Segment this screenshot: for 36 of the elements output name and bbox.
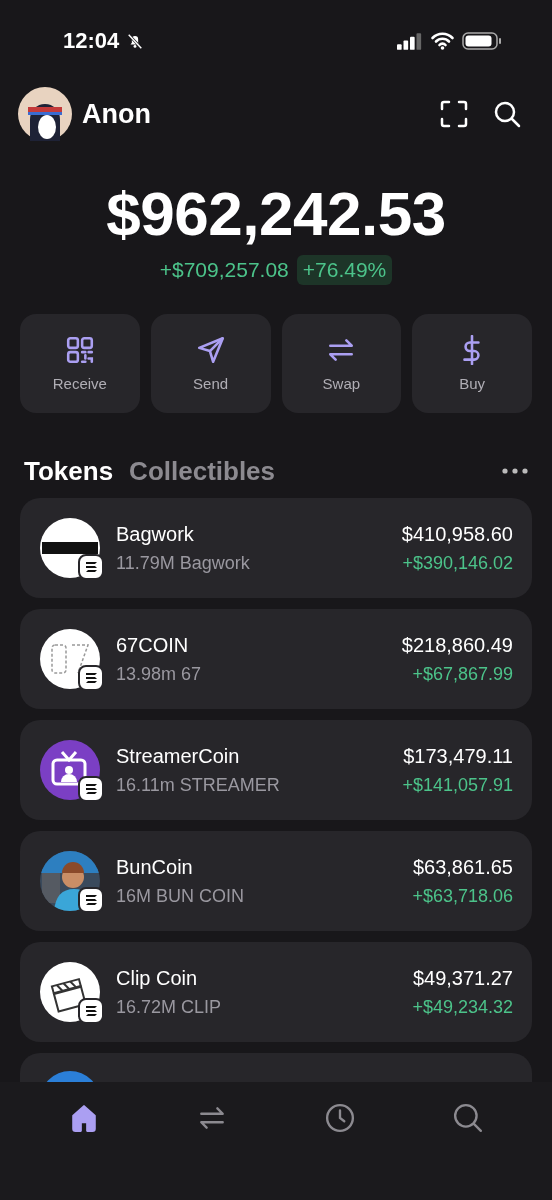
token-card[interactable]: BunCoin 16M BUN COIN $63,861.65 +$63,718.06 [20,831,532,931]
token-card[interactable]: Clip Coin 16.72M CLIP $49,371.27 +$49,234.32 [20,942,532,1042]
token-card[interactable]: Bagwork 11.79M Bagwork $410,958.60 +$390,146.02 [20,498,532,598]
token-change: +$67,867.99 [412,663,513,685]
token-card[interactable]: StreamerCoin 16.11m STREAMER $173,479.11 +$141,057.91 [20,720,532,820]
token-name: Bagwork [116,522,195,546]
token-value: $173,479.11 [403,744,513,768]
buy-button[interactable]: Buy [412,314,532,413]
token-value: $410,958.60 [401,522,513,546]
token-amount: 13.98m 67 [116,663,203,685]
token-name: 67COIN [116,633,190,657]
swap-button[interactable]: Swap [281,314,402,413]
token-value: $49,371.27 [412,966,513,990]
balance-change: +$709,257.08 [159,258,289,282]
token-change: +$141,057.91 [402,774,513,796]
token-change: +$390,146.02 [402,552,513,574]
token-amount: 16M BUN COIN [116,885,246,907]
receive-button[interactable]: Receive [20,314,140,413]
token-name: Clip Coin [116,966,199,990]
token-name: BunCoin [116,855,194,879]
tab[interactable]: Collectibles [129,455,276,487]
token-value: $218,860.49 [401,633,513,657]
status-time: 12:04 [63,28,120,54]
token-value: $63,861.65 [412,855,513,879]
percent-change-badge: +76.49% [296,255,393,285]
token-card[interactable]: 67COIN 13.98m 67 $218,860.49 +$67,867.99 [20,609,532,709]
token-change: +$49,234.32 [412,996,513,1018]
username: Anon [82,98,151,130]
token-change: +$63,718.06 [412,885,513,907]
total-balance: $962,242.53 [105,178,447,249]
send-button[interactable]: Send [150,314,271,413]
token-amount: 16.72M CLIP [116,996,223,1018]
token-name: StreamerCoin [116,744,241,768]
token-amount: 16.11m STREAMER [116,774,281,796]
token-amount: 11.79M Bagwork [116,552,251,574]
tab[interactable]: Tokens [24,455,114,487]
